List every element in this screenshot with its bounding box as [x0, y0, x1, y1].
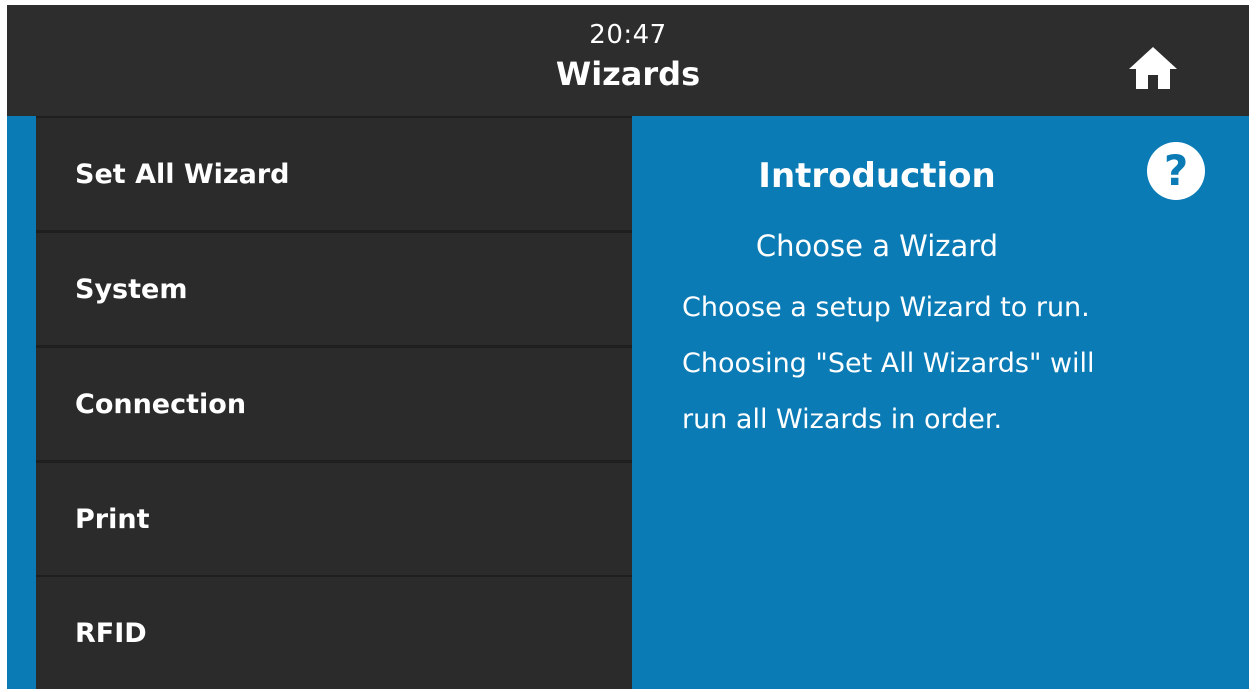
home-icon [1129, 47, 1177, 89]
menu-item-label: Connection [75, 388, 247, 420]
menu-item-label: RFID [75, 617, 147, 649]
menu-item-label: System [75, 273, 188, 305]
menu-item-connection[interactable]: Connection [36, 348, 632, 460]
introduction-panel: Introduction ? Choose a Wizard Choose a … [632, 116, 1249, 689]
clock-time: 20:47 [589, 20, 667, 50]
header-bar: 20:47 Wizards [7, 5, 1249, 116]
menu-item-label: Print [75, 503, 150, 535]
menu-item-print[interactable]: Print [36, 463, 632, 575]
panel-description: Choose a setup Wizard to run. Choosing "… [682, 292, 1095, 435]
help-button[interactable]: ? [1147, 142, 1205, 200]
panel-subheading: Choose a Wizard [755, 229, 999, 263]
help-icon: ? [1163, 146, 1189, 195]
menu-item-system[interactable]: System [36, 233, 632, 345]
menu-item-label: Set All Wizard [75, 158, 290, 190]
panel-heading: Introduction [758, 156, 996, 196]
page-title: Wizards [555, 55, 701, 93]
menu-item-rfid[interactable]: RFID [36, 577, 632, 689]
wizards-screen: 20:47 Wizards Set All Wizard System Conn… [7, 5, 1249, 689]
home-button[interactable] [1127, 43, 1179, 93]
menu-item-set-all-wizard[interactable]: Set All Wizard [36, 118, 632, 230]
wizard-menu: Set All Wizard System Connection Print R… [36, 116, 632, 689]
